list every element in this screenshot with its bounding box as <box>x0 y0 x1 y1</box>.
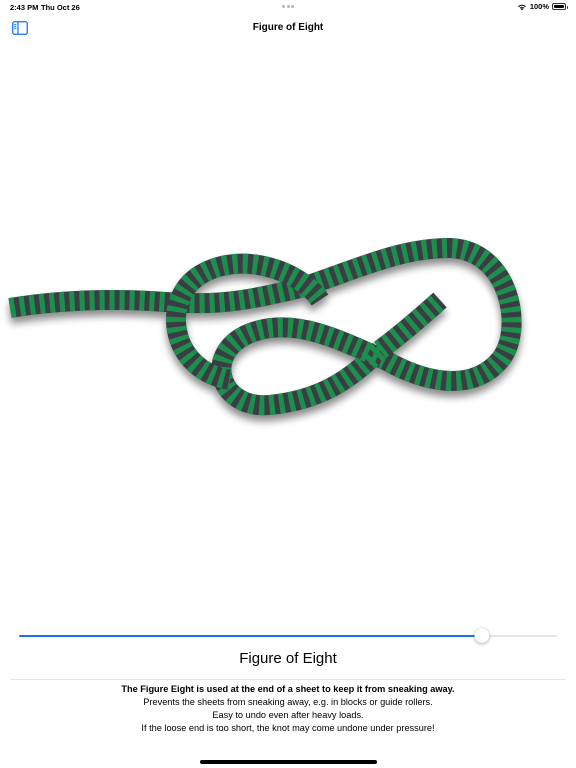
battery-icon <box>552 3 568 10</box>
status-date: Thu Oct 26 <box>41 3 80 12</box>
status-time: 2:43 PM <box>10 3 39 12</box>
knot-description: The Figure Eight is used at the end of a… <box>0 683 576 735</box>
multitasking-menu-icon[interactable] <box>282 5 294 8</box>
app-screen: 2:43 PM Thu Oct 26 100% Figure of Eight … <box>0 0 576 768</box>
battery-percentage: 100% <box>529 2 549 11</box>
navigation-bar: Figure of Eight <box>0 14 576 42</box>
knot-image <box>8 238 522 416</box>
wifi-icon <box>517 4 526 10</box>
status-indicators: 100% <box>517 2 568 11</box>
home-indicator[interactable] <box>200 760 377 764</box>
description-line: Easy to undo even after heavy loads. <box>212 710 364 720</box>
description-lead: The Figure Eight is used at the end of a… <box>121 684 455 694</box>
knot-title: Figure of Eight <box>239 650 337 667</box>
status-bar: 2:43 PM Thu Oct 26 100% <box>0 0 576 14</box>
slider-thumb[interactable] <box>474 628 490 643</box>
page-title: Figure of Eight <box>252 22 324 33</box>
description-line: Prevents the sheets from sneaking away, … <box>143 697 433 707</box>
divider <box>10 679 566 680</box>
knot-step-slider[interactable] <box>19 628 557 644</box>
slider-fill <box>19 635 482 637</box>
description-line: If the loose end is too short, the knot … <box>141 723 435 733</box>
